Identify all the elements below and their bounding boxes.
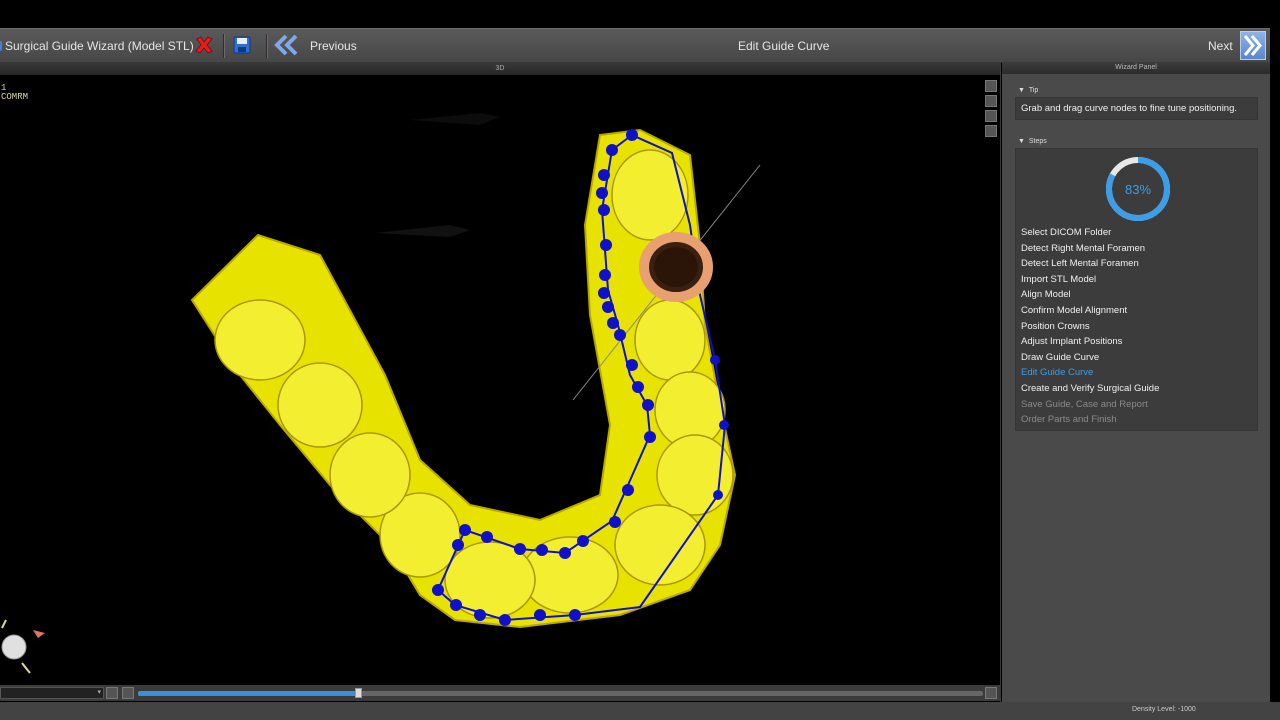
wizard-toolbar: Surgical Guide Wizard (Model STL) Previo… — [0, 28, 1270, 63]
hand-tool-icon[interactable] — [106, 687, 118, 699]
wizard-panel: Wizard Panel ▼ Tip Grab and drag curve n… — [1002, 62, 1270, 702]
wizard-title: Surgical Guide Wizard (Model STL) — [5, 38, 194, 53]
double-chevron-left-icon — [274, 34, 298, 56]
viewport-bottom-bar: ▾ — [0, 685, 1000, 701]
chevron-down-icon: ▾ — [97, 689, 101, 696]
step-item: Import STL Model — [1021, 273, 1097, 285]
slice-slider-thumb[interactable] — [354, 688, 362, 698]
status-bar: Density Level: -1000 — [0, 702, 1280, 720]
slice-slider-fill — [138, 691, 358, 696]
steps-header-label: Steps — [1028, 138, 1047, 145]
step-item: Order Parts and Finish — [1021, 414, 1117, 426]
floppy-disk-icon — [233, 36, 251, 54]
step-item: Detect Left Mental Foramen — [1021, 258, 1139, 270]
step-item: Save Guide, Case and Report — [1021, 398, 1148, 410]
step-item: Edit Guide Curve — [1021, 367, 1094, 379]
progress-ring: 83% — [1106, 157, 1170, 221]
3d-viewport[interactable]: 3D 1 COMRM ▾ — [0, 62, 1001, 702]
density-level: Density Level: -1000 — [1132, 706, 1196, 713]
steps-box: 83% Select DICOM Folder Detect Right Ment… — [1015, 148, 1258, 431]
step-item: Select DICOM Folder — [1021, 227, 1112, 238]
slider-left-button[interactable] — [122, 687, 134, 699]
next-label[interactable]: Next — [1208, 29, 1233, 62]
step-item: Confirm Model Alignment — [1021, 304, 1128, 316]
view-combo-select[interactable]: ▾ — [0, 687, 104, 699]
implant-sleeve[interactable] — [639, 232, 713, 302]
ghost-arrow — [375, 225, 470, 237]
viewport-title: 3D — [0, 62, 1000, 75]
ghost-arrow — [410, 113, 500, 125]
dental-model-scene[interactable] — [0, 75, 1000, 700]
step-title: Edit Guide Curve — [738, 38, 830, 53]
previous-button[interactable] — [274, 34, 300, 56]
wizard-title-group: Surgical Guide Wizard (Model STL) — [0, 29, 194, 62]
step-item: Draw Guide Curve — [1021, 351, 1100, 363]
double-chevron-right-icon — [1243, 35, 1262, 56]
steps-list: Select DICOM Folder Detect Right Mental F… — [1021, 225, 1159, 428]
save-button[interactable] — [231, 34, 253, 56]
slider-right-button[interactable] — [985, 687, 997, 699]
slice-slider[interactable] — [138, 688, 983, 698]
tip-text: Grab and drag curve nodes to fine tune p… — [1021, 103, 1238, 114]
step-item: Adjust Implant Positions — [1021, 336, 1123, 348]
close-button[interactable] — [193, 34, 215, 56]
step-item: Create and Verify Surgical Guide — [1021, 382, 1160, 394]
previous-label[interactable]: Previous — [310, 29, 357, 62]
tip-section-header[interactable]: ▼ Tip — [1018, 87, 1038, 94]
step-item: Position Crowns — [1021, 320, 1090, 332]
step-item: Align Model — [1021, 289, 1071, 301]
next-button[interactable] — [1240, 31, 1266, 60]
collapse-triangle-icon: ▼ — [1018, 87, 1025, 94]
orientation-widget[interactable] — [1, 619, 45, 674]
wizard-panel-title: Wizard Panel — [1002, 62, 1270, 74]
steps-section-header[interactable]: ▼ Steps — [1018, 138, 1047, 145]
red-x-icon — [195, 36, 213, 54]
progress-label: 83% — [1125, 182, 1151, 197]
tip-box: Grab and drag curve nodes to fine tune p… — [1015, 97, 1258, 120]
collapse-triangle-icon: ▼ — [1018, 138, 1025, 145]
tip-header-label: Tip — [1028, 87, 1039, 94]
wizard-app-icon — [0, 40, 2, 51]
step-item: Detect Right Mental Foramen — [1021, 242, 1146, 254]
